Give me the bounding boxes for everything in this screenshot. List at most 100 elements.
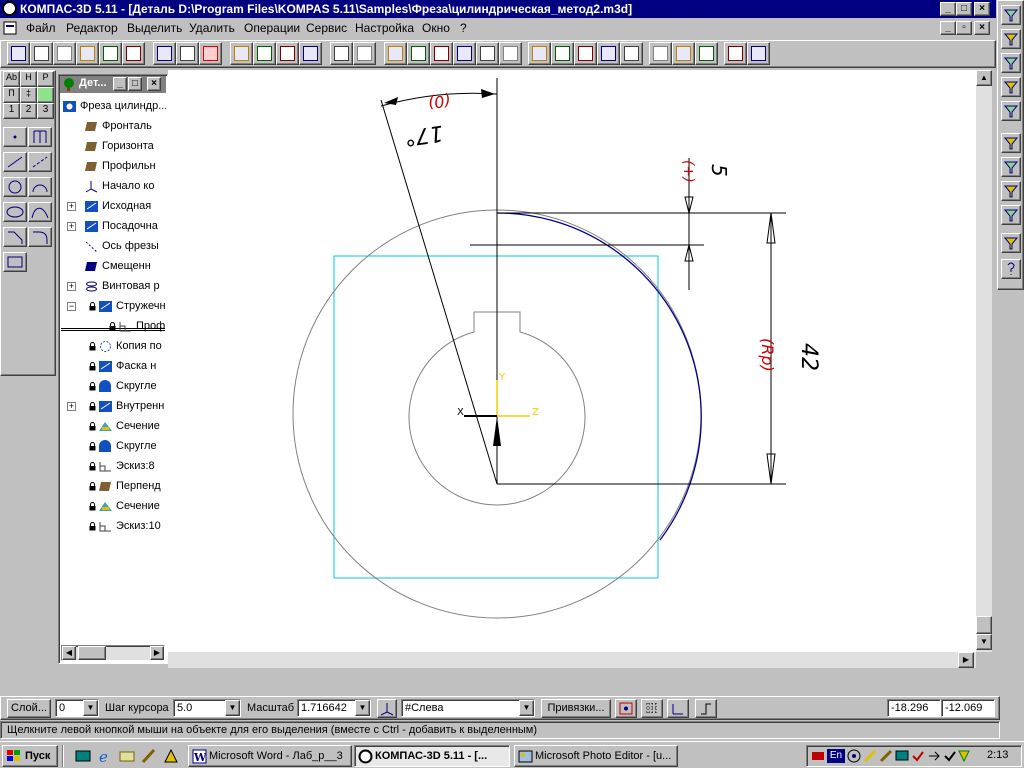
palette-tab-p[interactable]: Р (37, 71, 54, 87)
step-dropdown-icon[interactable]: ▼ (225, 700, 240, 716)
filter-faces-icon[interactable] (1001, 133, 1021, 153)
tree-expander[interactable]: + (67, 202, 76, 211)
drawing-canvas[interactable]: 17° (0) 5 (+) 42 (Rp) Y Z X (168, 70, 976, 652)
palette-tab-dagger[interactable]: ‡ (20, 87, 37, 103)
tree-item[interactable]: Винтовая р (84, 277, 166, 295)
quicklaunch-outlook-icon[interactable] (118, 747, 136, 765)
tree-item[interactable]: Внутренн (98, 397, 166, 415)
menu-editor[interactable]: Редактор (66, 21, 118, 35)
tree-item[interactable]: Горизонта (84, 137, 166, 155)
tray-cd-icon[interactable] (847, 749, 861, 763)
arc-tool-icon[interactable] (28, 177, 52, 197)
view-dropdown-icon[interactable]: ▼ (519, 700, 534, 716)
snap-grid-icon[interactable] (615, 699, 637, 718)
ellipse-tool-icon[interactable] (3, 202, 27, 222)
tray-check-icon[interactable] (911, 749, 925, 763)
tree-scroll-right-button[interactable]: ▶ (150, 646, 164, 660)
menu-help[interactable]: ? (460, 21, 467, 35)
tree-item[interactable]: Профильн (84, 157, 166, 175)
wireframe-icon[interactable] (528, 42, 551, 65)
filter-check-icon[interactable] (1001, 29, 1021, 49)
open-model-icon[interactable] (7, 42, 30, 65)
filter-all-icon[interactable] (1001, 5, 1021, 25)
canvas-vscrollbar[interactable]: ▲ ▼ (976, 70, 992, 652)
new-spec-icon[interactable] (99, 42, 122, 65)
angle-leader-line[interactable] (380, 99, 498, 485)
zoom-fit-icon[interactable] (476, 42, 499, 65)
tree-root[interactable]: Фреза цилиндр... (62, 97, 166, 115)
tree-item[interactable]: Скругле (98, 437, 166, 455)
palette-tab-1[interactable]: 1 (3, 103, 20, 119)
snaps-button[interactable]: Привязки... (541, 699, 611, 718)
palette-tab-3[interactable]: 3 (37, 103, 54, 119)
local-cs-icon[interactable] (667, 699, 689, 718)
doc-minimize-button[interactable]: _ (940, 21, 956, 35)
selected-arc[interactable] (496, 212, 702, 541)
no-hidden-icon[interactable] (574, 42, 597, 65)
library-book-icon[interactable] (1001, 77, 1021, 97)
tree-item[interactable]: Посадочна (84, 217, 166, 235)
point-tool-icon[interactable] (3, 127, 27, 147)
save-icon[interactable] (176, 42, 199, 65)
layer-button[interactable]: Слой... (7, 699, 51, 718)
quicklaunch-ie-icon[interactable]: e (96, 747, 114, 766)
tray-kompas-icon[interactable] (957, 749, 971, 763)
maximize-button[interactable]: □ (956, 2, 972, 16)
tray-tool-icon[interactable] (879, 749, 893, 763)
orient-icon[interactable] (620, 42, 643, 65)
tray-network-icon[interactable] (811, 749, 825, 763)
palette-tab-pi[interactable]: П (3, 87, 20, 103)
tree-item[interactable]: Стружечн (98, 297, 166, 315)
palette-tab-check-icon[interactable] (37, 87, 54, 103)
doc-restore-button[interactable]: ▫ (956, 21, 972, 35)
redo-icon[interactable] (353, 42, 376, 65)
dim-small-text[interactable]: 5 (707, 164, 731, 177)
tree-item[interactable]: Скругле (98, 377, 166, 395)
task-word[interactable]: W Microsoft Word - Лаб_р__3 (188, 745, 352, 767)
tree-item[interactable]: Фронталь (84, 117, 166, 135)
pan-icon[interactable] (453, 42, 476, 65)
tray-pen-icon[interactable] (863, 749, 877, 763)
rotate-icon[interactable] (499, 42, 522, 65)
palette-tab-2[interactable]: 2 (20, 103, 37, 119)
menu-service[interactable]: Сервис (306, 21, 347, 35)
help-question-icon[interactable] (1001, 259, 1021, 279)
quicklaunch-pen-icon[interactable] (140, 747, 158, 765)
copy-props-icon[interactable] (299, 42, 322, 65)
circle-tool-icon[interactable] (3, 177, 27, 197)
tree-item[interactable]: Эскиз:8 (98, 457, 166, 475)
tree-item[interactable]: Проф (118, 317, 166, 335)
new-sheet-icon[interactable] (53, 42, 76, 65)
quicklaunch-kompas-icon[interactable] (162, 747, 180, 765)
vscroll-down-button[interactable]: ▼ (976, 634, 992, 650)
new-part-icon[interactable] (122, 42, 145, 65)
tree-item[interactable]: Ось фрезы (84, 237, 166, 255)
doc-close-button[interactable]: × (974, 21, 990, 35)
help-icon[interactable] (724, 42, 747, 65)
menu-file[interactable]: Файл (26, 21, 56, 35)
segment-dash-tool-icon[interactable] (28, 152, 52, 172)
tree-item[interactable]: Эскиз:10 (98, 517, 166, 535)
tree-expander[interactable]: − (67, 302, 76, 311)
undo-icon[interactable] (330, 42, 353, 65)
menu-operations[interactable]: Операции (244, 21, 300, 35)
menu-delete[interactable]: Удалить (189, 21, 235, 35)
filter-axis-icon[interactable] (1001, 205, 1021, 225)
tree-maximize-button[interactable]: □ (128, 77, 142, 91)
layer-dropdown-icon[interactable]: ▼ (83, 700, 98, 716)
save-model-icon[interactable] (30, 42, 53, 65)
properties-page-icon[interactable] (1001, 53, 1021, 73)
cancel-red-icon[interactable] (199, 42, 222, 65)
dim-angle-text[interactable]: 17° (403, 120, 445, 150)
tree-hscrollbar[interactable]: ◀ ▶ (61, 645, 165, 661)
quicklaunch-desktop-icon[interactable] (74, 747, 92, 765)
document-icon[interactable] (2, 20, 18, 36)
menu-settings[interactable]: Настройка (355, 21, 414, 35)
shaded-icon[interactable] (597, 42, 620, 65)
task-kompas[interactable]: КОМПАС-3D 5.11 - [... (354, 745, 510, 767)
zoom-window-icon[interactable] (384, 42, 407, 65)
vscroll-thumb[interactable] (976, 616, 992, 634)
exit-icon[interactable] (747, 42, 770, 65)
tray-arrow-icon[interactable] (927, 749, 941, 763)
tree-expander[interactable]: + (67, 402, 76, 411)
